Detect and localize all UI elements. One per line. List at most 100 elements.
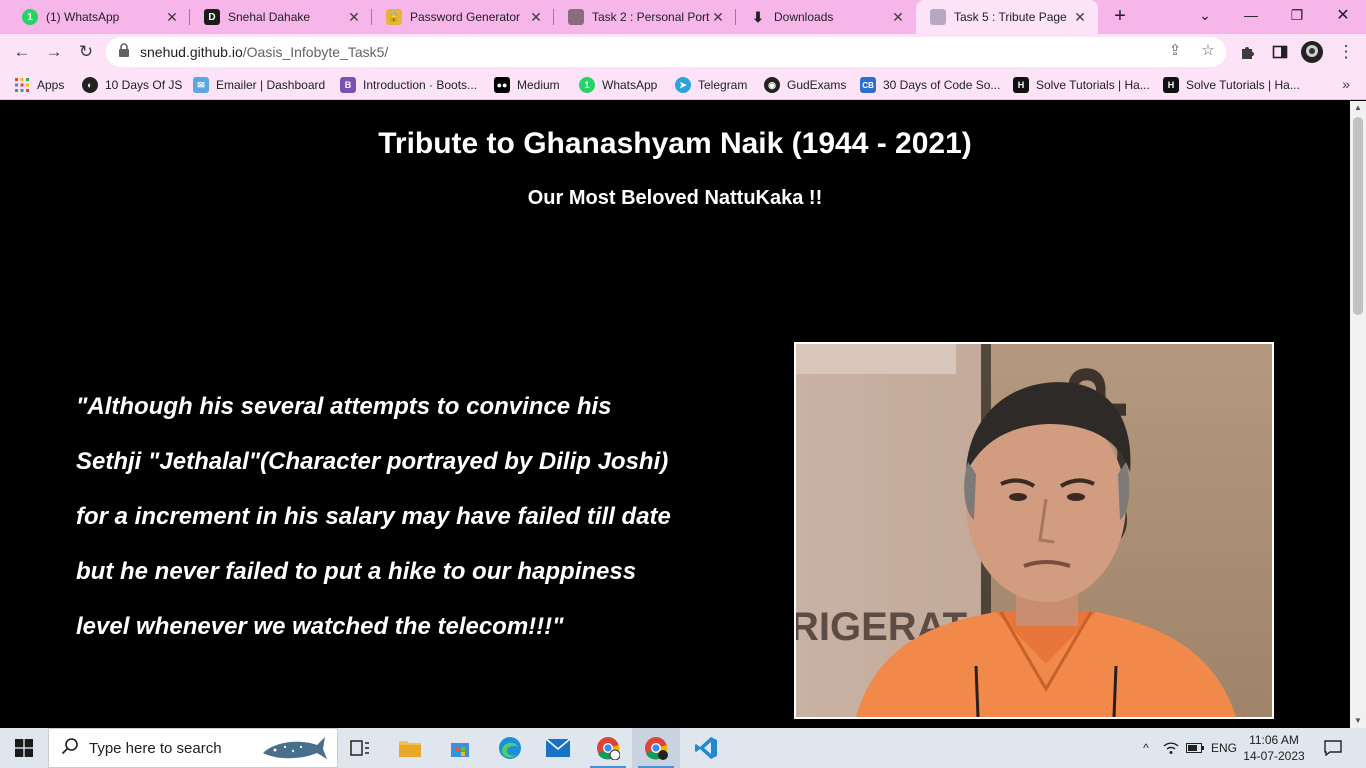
page-title: Tribute to Ghanashyam Naik (1944 - 2021) [378,127,972,160]
bookmark-label: 30 Days of Code So... [883,78,1001,92]
search-icon [61,737,79,760]
bookmark-medium[interactable]: ●● Medium [494,75,560,95]
bookmark-label: Telegram [698,78,748,92]
tab-title: Task 5 : Tribute Page [954,10,1067,24]
profile-avatar[interactable] [1300,40,1324,64]
menu-kebab-icon[interactable]: ⋮ [1334,40,1358,64]
bookmark-telegram[interactable]: ➤ Telegram [675,75,747,95]
bookmark-label: Medium [517,78,560,92]
tab-title: Task 2 : Personal Portfolio [592,10,710,24]
bookmark-gudexams[interactable]: ◉ GudExams [764,75,846,95]
tribute-quote: "Although his several attempts to convin… [76,393,671,640]
start-button[interactable] [0,728,48,768]
bookmark-label: Solve Tutorials | Ha... [1036,78,1150,92]
medium-icon: ●● [494,77,510,93]
new-tab-button[interactable]: + [1108,5,1132,29]
bookmarks-overflow-chevron-icon[interactable]: » [1342,76,1350,92]
edge-browser-icon[interactable] [486,728,534,768]
bookmark-star-icon[interactable]: ☆ [1199,41,1217,59]
file-explorer-icon[interactable] [386,728,434,768]
close-icon[interactable]: ✕ [346,9,362,26]
tab-downloads[interactable]: ⬇ Downloads ✕ [736,0,916,34]
forward-arrow-icon[interactable]: → [42,40,66,64]
battery-icon[interactable] [1184,728,1206,768]
bookmark-label: Apps [37,78,65,92]
codebeautify-icon: CB [860,77,876,93]
bookmark-whatsapp[interactable]: 1 WhatsApp [579,75,657,95]
tab-title: Snehal Dahake [228,10,311,24]
bookmarks-bar: Apps ◐ 10 Days Of JS ✉ Emailer | Dashboa… [0,70,1366,100]
gudexams-icon: ◉ [764,77,780,93]
hackerrank-icon: H [1163,77,1179,93]
close-icon[interactable]: ✕ [890,9,906,26]
wifi-icon[interactable] [1160,728,1182,768]
notification-center-icon[interactable] [1318,728,1348,768]
task-view-icon[interactable] [336,728,384,768]
tribute-page: Tribute to Ghanashyam Naik (1944 - 2021)… [0,101,1350,728]
mail-icon[interactable] [534,728,582,768]
clock-date: 14-07-2023 [1243,749,1305,763]
bookmark-solve-tutorials-1[interactable]: H Solve Tutorials | Ha... [1013,75,1150,95]
clock-time: 11:06 AM [1249,733,1299,747]
close-icon[interactable]: ✕ [710,9,726,26]
show-hidden-icons-chevron-icon[interactable]: ^ [1136,728,1156,768]
vscode-icon[interactable] [682,728,730,768]
restore-button[interactable]: ❐ [1274,0,1320,30]
lock-icon[interactable] [118,42,130,62]
windows-logo-icon [15,739,33,757]
close-icon[interactable]: ✕ [528,9,544,26]
tab-password-generator[interactable]: 🔒 Password Generator ✕ [372,0,554,34]
bookmark-10-days-of-js[interactable]: ◐ 10 Days Of JS [82,75,182,95]
tab-title: Downloads [774,10,834,24]
whatsapp-icon: 1 [579,77,595,93]
tab-title: Password Generator [410,10,521,24]
password-app-icon: 🔒 [386,9,402,25]
tab-tribute-page[interactable]: Task 5 : Tribute Page ✕ [916,0,1098,34]
dev-logo-icon: D [204,9,220,25]
bookmark-30-days-of-code[interactable]: CB 30 Days of Code So... [860,75,1000,95]
bookmark-apps[interactable]: Apps [14,75,64,95]
tab-snehal-dahake[interactable]: D Snehal Dahake ✕ [190,0,372,34]
taskbar-search-box[interactable]: Type here to search [48,728,338,768]
emailer-icon: ✉ [193,77,209,93]
scroll-down-icon[interactable]: ▼ [1350,714,1366,728]
tab-title: (1) WhatsApp [46,10,120,24]
chrome-profile-1-icon[interactable] [584,728,632,768]
windows-taskbar: Type here to search ^ ENG 11:06 AM 14-07… [0,728,1366,768]
microsoft-store-icon[interactable] [436,728,484,768]
apps-grid-icon [14,77,30,93]
search-placeholder: Type here to search [89,739,222,757]
taskbar-clock[interactable]: 11:06 AM 14-07-2023 [1240,732,1308,764]
bookmark-solve-tutorials-2[interactable]: H Solve Tutorials | Ha... [1163,75,1300,95]
chrome-profile-2-icon[interactable] [632,728,680,768]
share-icon[interactable]: ⇪ [1166,41,1184,59]
reload-icon[interactable]: ↻ [74,40,98,64]
url-host: snehud.github.io [140,44,243,60]
close-icon[interactable]: ✕ [164,9,180,26]
tab-personal-portfolio[interactable]: Task 2 : Personal Portfolio ✕ [554,0,736,34]
extensions-puzzle-icon[interactable] [1236,40,1260,64]
portfolio-icon [568,9,584,25]
tribute-favicon-icon [930,9,946,25]
language-indicator[interactable]: ENG [1208,728,1240,768]
bookmark-bootstrap[interactable]: B Introduction · Boots... [340,75,477,95]
browser-toolbar: ← → ↻ snehud.github.io /Oasis_Infobyte_T… [0,34,1366,70]
scroll-up-icon[interactable]: ▲ [1350,101,1366,115]
bookmark-label: Introduction · Boots... [363,78,478,92]
address-bar[interactable]: snehud.github.io /Oasis_Infobyte_Task5/ [106,37,1226,67]
vertical-scrollbar[interactable]: ▲ ▼ [1350,101,1366,728]
tribute-photo: OOP RIGERAT [794,342,1274,719]
back-arrow-icon[interactable]: ← [10,40,34,64]
bookmark-label: Emailer | Dashboard [216,78,326,92]
scrollbar-thumb[interactable] [1353,117,1363,315]
tab-strip: 1 (1) WhatsApp ✕ D Snehal Dahake ✕ 🔒 Pas… [0,0,1366,34]
side-panel-icon[interactable] [1268,40,1292,64]
tab-whatsapp[interactable]: 1 (1) WhatsApp ✕ [8,0,190,34]
close-icon[interactable]: ✕ [1072,9,1088,26]
bookmark-emailer[interactable]: ✉ Emailer | Dashboard [193,75,325,95]
minimize-button[interactable]: — [1228,0,1274,30]
close-window-button[interactable]: ✕ [1320,0,1366,30]
bookmark-label: WhatsApp [602,78,658,92]
tab-search-chevron-icon[interactable]: ⌄ [1182,0,1228,30]
bookmark-label: GudExams [787,78,847,92]
